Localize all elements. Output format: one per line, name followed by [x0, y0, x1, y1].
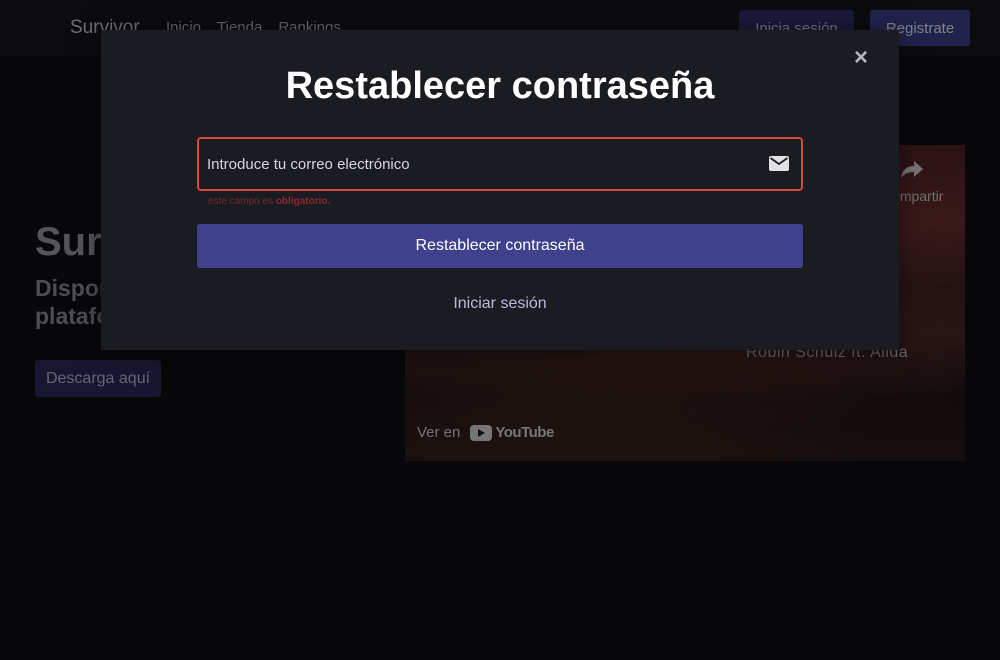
email-field-wrapper [197, 137, 803, 191]
email-field[interactable] [207, 139, 757, 189]
modal-title: Restablecer contraseña [285, 65, 715, 107]
error-prefix: este campo es [208, 196, 276, 207]
error-strong: obligatorio. [275, 196, 331, 207]
reset-password-modal: × Restablecer contraseña este campo es o… [101, 30, 899, 350]
reset-password-button[interactable]: Restablecer contraseña [197, 224, 803, 268]
mail-icon [769, 156, 789, 171]
email-error-message: este campo es obligatorio. [208, 196, 330, 207]
login-link[interactable]: Iniciar sesión [101, 295, 899, 313]
